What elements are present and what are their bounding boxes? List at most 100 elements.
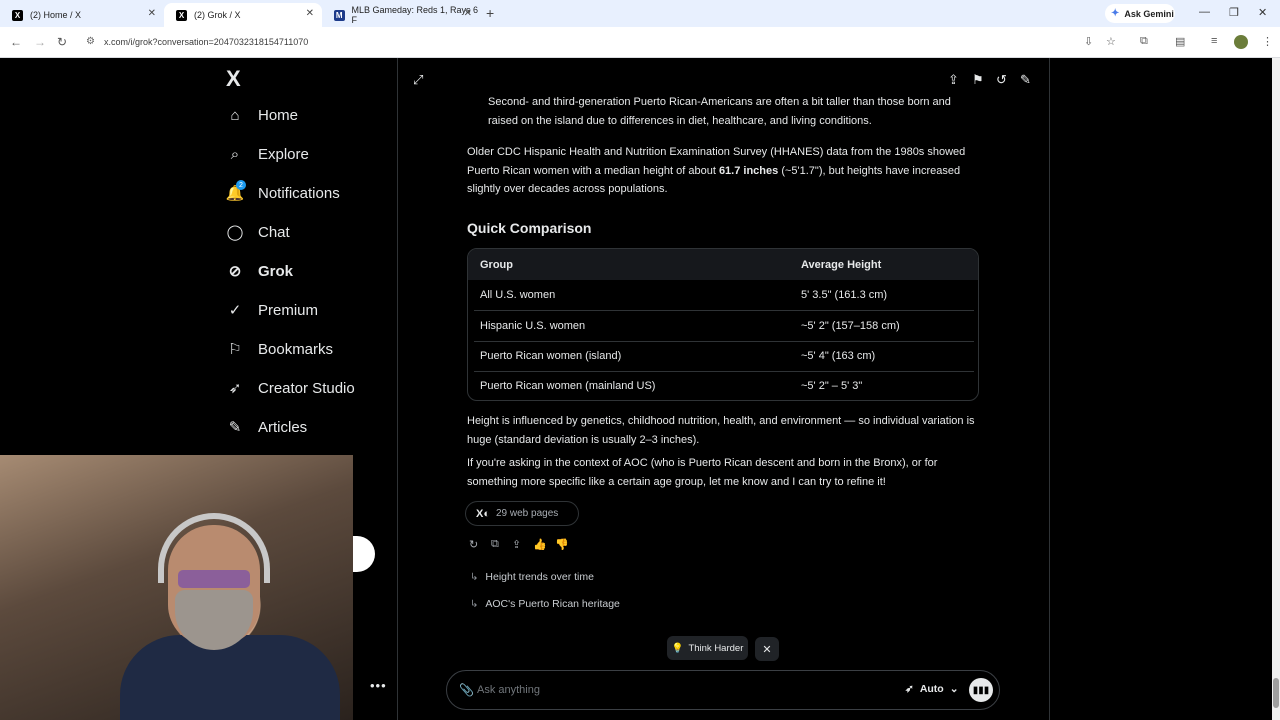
close-icon[interactable]: ✕ (464, 8, 472, 19)
paragraph-variation: Height is influenced by genetics, childh… (467, 415, 975, 446)
rocket-icon: ➶ (905, 683, 914, 695)
table-cell: Puerto Rican women (island) (480, 350, 622, 362)
attach-icon[interactable]: 📎 (459, 683, 474, 697)
tab-mlb[interactable]: M MLB Gameday: Reds 1, Rays 6 F ✕ (322, 3, 480, 27)
mode-label: Auto (919, 683, 944, 695)
new-chat-icon[interactable]: ✎ (1020, 72, 1031, 88)
suggestion-arrow-icon: ↳ (470, 571, 479, 583)
think-harder-label: Think Harder (688, 642, 744, 654)
lightbulb-icon: 💡 (671, 642, 684, 654)
x-favicon-icon: X (176, 9, 187, 21)
section-heading: Quick Comparison (467, 220, 592, 236)
site-info-icon[interactable]: ⚙ (86, 36, 95, 47)
thumbs-up-icon[interactable]: 👍 (533, 538, 547, 551)
forward-icon[interactable]: → (34, 35, 46, 49)
share-icon[interactable]: ⇪ (512, 538, 521, 551)
profile-avatar[interactable] (1234, 35, 1248, 49)
close-icon[interactable]: ✕ (148, 8, 156, 19)
table-cell: 5' 3.5" (161.3 cm) (801, 289, 888, 301)
table-cell: ~5' 2" (157–158 cm) (801, 320, 900, 332)
close-icon[interactable]: ✕ (306, 8, 314, 19)
table-cell: All U.S. women (480, 289, 556, 301)
table-row: Puerto Rican women (island) ~5' 4" (163 … (468, 341, 978, 371)
gemini-spark-icon: ✦ (1111, 8, 1120, 19)
bookmark-icon: ⚐ (228, 341, 242, 358)
tab-grok[interactable]: X (2) Grok / X ✕ (164, 3, 322, 27)
close-icon[interactable]: ✕ (755, 637, 779, 661)
sidebar-item-label: Explore (258, 145, 309, 163)
restore-icon[interactable]: ❐ (1229, 6, 1239, 19)
install-icon[interactable]: ⇩ (1084, 35, 1093, 48)
more-options-icon[interactable]: ••• (370, 678, 387, 693)
mlb-favicon-icon: M (334, 9, 345, 21)
premium-icon: ✓ (228, 302, 242, 319)
sidebar-item-creator-studio[interactable]: ➶ Creator Studio (226, 379, 355, 398)
browser-tab-bar: X (2) Home / X ✕ X (2) Grok / X ✕ M MLB … (0, 0, 1280, 27)
expand-icon[interactable]: ⤢ (413, 72, 423, 88)
suggestion-arrow-icon: ↳ (470, 598, 479, 610)
tab-home[interactable]: X (2) Home / X ✕ (0, 3, 164, 27)
sidebar-item-label: Notifications (258, 184, 340, 202)
bookmark-icon[interactable]: ⚑ (972, 72, 984, 88)
bell-icon: 🔔 2 (225, 180, 246, 202)
sidebar-item-explore[interactable]: ⌕ Explore (226, 145, 309, 163)
table-cell: Hispanic U.S. women (480, 320, 586, 332)
minimize-icon[interactable]: — (1199, 6, 1210, 18)
table-header: Group (480, 258, 513, 271)
x-logo-icon[interactable]: X (226, 66, 241, 92)
scrollbar-thumb[interactable] (1273, 678, 1279, 708)
suggestion-item[interactable]: ↳ Height trends over time (470, 571, 594, 583)
history-icon[interactable]: ↺ (996, 72, 1007, 88)
reload-icon[interactable]: ↻ (57, 35, 67, 49)
extensions-icon[interactable]: ⧉ (1140, 35, 1148, 48)
sidebar-item-articles[interactable]: ✎ Articles (226, 418, 307, 437)
suggestion-item[interactable]: ↳ AOC's Puerto Rican heritage (470, 598, 620, 610)
sidebar-item-premium[interactable]: ✓ Premium (226, 301, 319, 320)
ask-gemini-label: Ask Gemini (1124, 8, 1174, 19)
back-icon[interactable]: ← (10, 35, 22, 49)
think-harder-button[interactable]: 💡 Think Harder (667, 636, 748, 660)
tab-title: MLB Gameday: Reds 1, Rays 6 F (351, 5, 479, 25)
bold-value: 61.7 inches (718, 164, 779, 177)
thumbs-down-icon[interactable]: 👎 (555, 538, 569, 551)
address-bar-row: ← → ↻ ⚙ x.com/i/grok?conversation=204703… (0, 27, 1280, 58)
mode-selector[interactable]: ➶ Auto ⌄ (905, 683, 959, 695)
composer: 📎 ➶ Auto ⌄ ▮▮▮ (446, 670, 1000, 710)
webcam-overlay (0, 455, 353, 720)
suggestion-label: AOC's Puerto Rican heritage (485, 598, 620, 610)
tab-title: (2) Home / X (30, 10, 82, 20)
sidebar-item-notifications[interactable]: 🔔 2 Notifications (225, 180, 340, 202)
chevron-down-icon: ⌄ (949, 683, 959, 695)
ask-input[interactable] (477, 679, 857, 701)
sidebar-item-bookmarks[interactable]: ⚐ Bookmarks (226, 340, 333, 359)
sidebar-item-label: Home (258, 106, 299, 124)
sidebar-item-home[interactable]: ⌂ Home (226, 106, 298, 124)
ask-gemini-button[interactable]: ✦ Ask Gemini (1105, 4, 1175, 23)
paragraph-aoc: If you're asking in the context of AOC (… (467, 457, 938, 488)
sidebar-item-label: Premium (258, 301, 319, 319)
panel-toggle-button[interactable] (353, 536, 375, 572)
reader-icon[interactable]: ▤ (1175, 35, 1185, 48)
close-window-icon[interactable]: ✕ (1258, 6, 1267, 19)
url-field[interactable]: x.com/i/grok?conversation=20470323181547… (104, 37, 308, 47)
copy-icon[interactable]: ⧉ (491, 538, 499, 551)
menu-icon[interactable]: ⋮ (1262, 35, 1273, 48)
rocket-icon: ➶ (228, 380, 242, 397)
chat-icon: ◯ (226, 224, 244, 241)
sidebar-item-label: Creator Studio (258, 379, 355, 397)
bullet-text: Second- and third-generation Puerto Rica… (488, 96, 951, 127)
table-cell: ~5' 4" (163 cm) (801, 350, 876, 362)
sources-button[interactable]: X◐ 29 web pages (465, 501, 579, 526)
voice-mode-button[interactable]: ▮▮▮ (969, 678, 993, 702)
search-icon: ⌕ (230, 145, 240, 163)
scrollbar[interactable] (1272, 58, 1280, 720)
paragraph-hhanes: Older CDC Hispanic Health and Nutrition … (467, 143, 977, 199)
regenerate-icon[interactable]: ↻ (469, 538, 478, 551)
sidebar-item-chat[interactable]: ◯ Chat (226, 223, 290, 242)
suggestion-label: Height trends over time (485, 571, 594, 583)
media-icon[interactable]: ≡ (1211, 35, 1217, 47)
sidebar-item-grok[interactable]: ⊘ Grok (226, 262, 293, 281)
star-icon[interactable]: ☆ (1106, 35, 1116, 48)
new-tab-button[interactable]: + (486, 5, 494, 21)
share-icon[interactable]: ⇪ (948, 72, 959, 88)
